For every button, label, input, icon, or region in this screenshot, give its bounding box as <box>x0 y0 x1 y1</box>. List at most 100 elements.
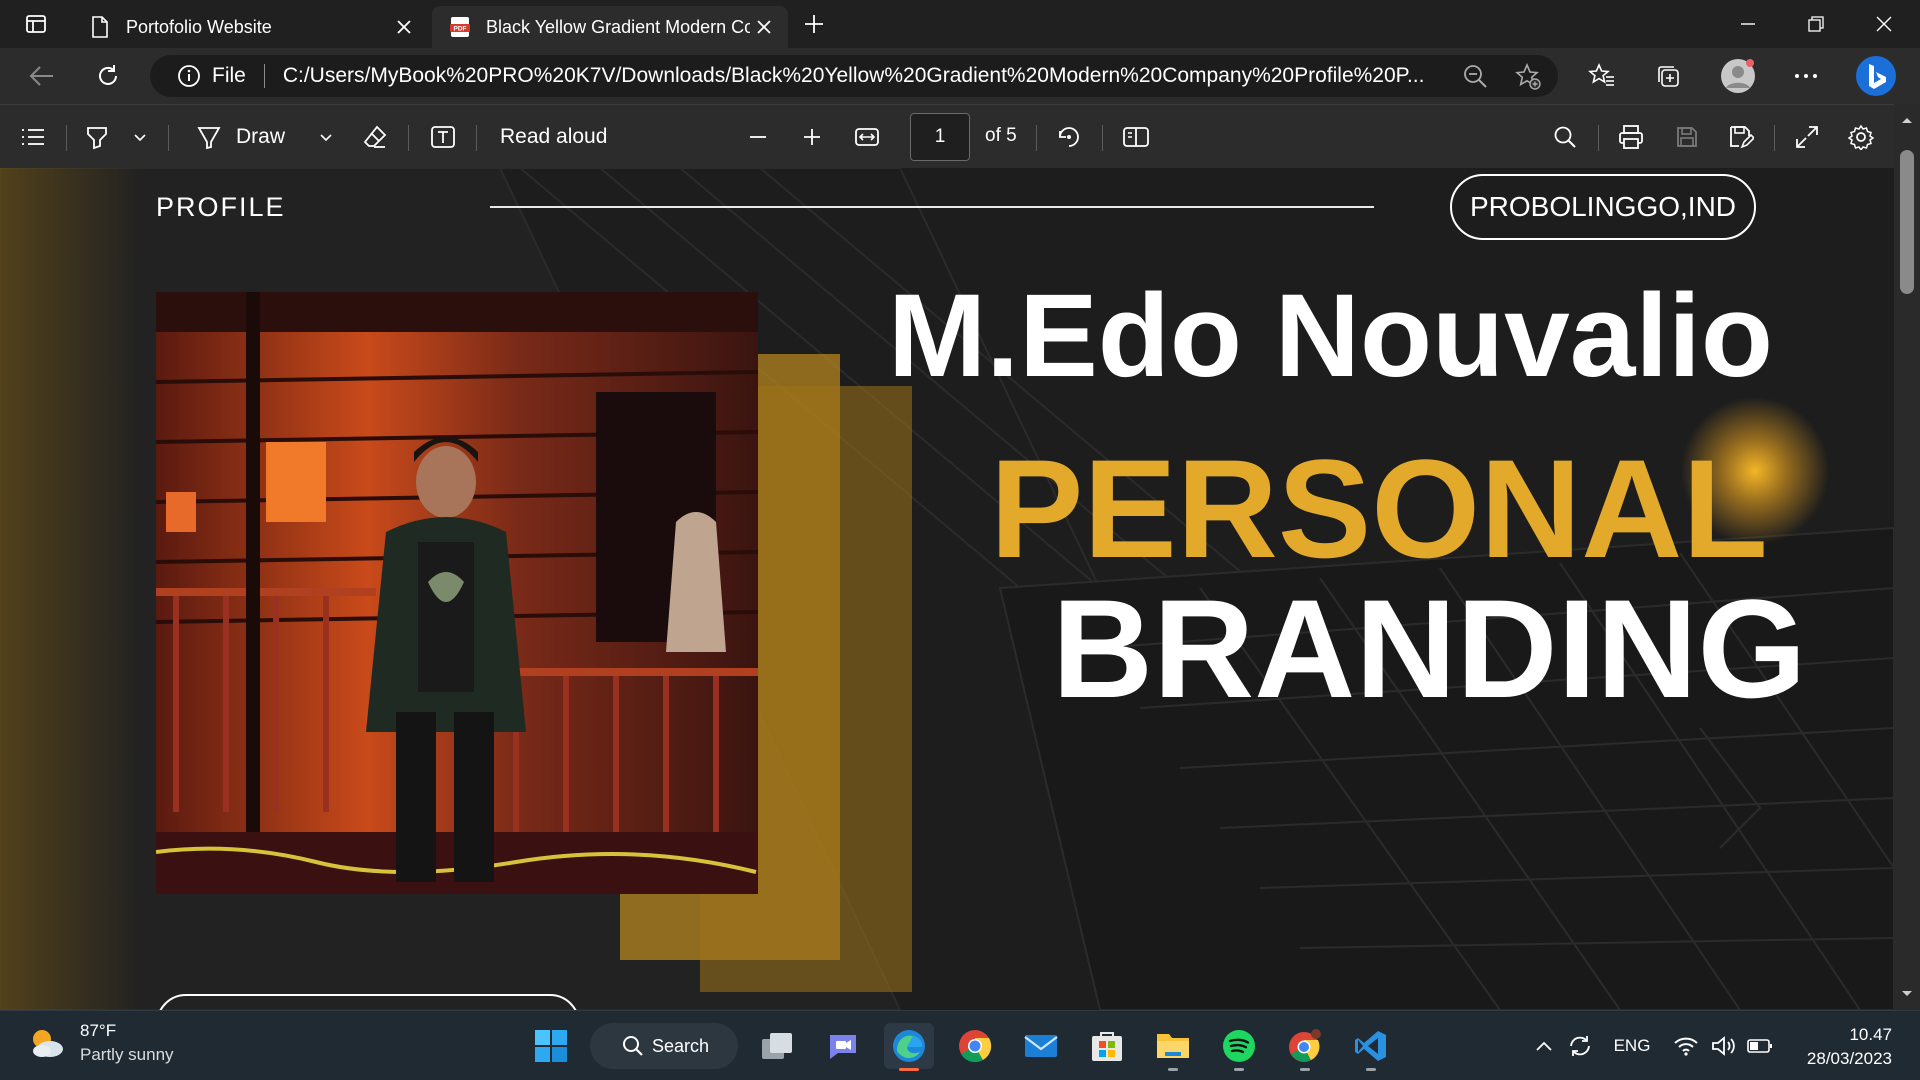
rotate-button[interactable] <box>1054 119 1084 155</box>
more-options-button[interactable] <box>1784 56 1828 96</box>
more-icon <box>1795 74 1817 78</box>
page-view-button[interactable] <box>1120 119 1152 155</box>
highlight-button[interactable] <box>82 119 112 155</box>
read-aloud-button[interactable]: Read aloud <box>500 119 610 155</box>
battery-icon <box>1747 1039 1772 1053</box>
show-hidden-icons-button[interactable] <box>1532 1031 1556 1061</box>
fit-to-width-button[interactable] <box>852 119 882 155</box>
tab-black-yellow-pdf[interactable]: PDF Black Yellow Gradient Modern Company… <box>432 6 788 48</box>
minimize-icon <box>1741 23 1755 25</box>
mail-app-button[interactable] <box>1016 1023 1066 1069</box>
header-divider-line <box>490 206 1374 208</box>
vscode-app-button[interactable] <box>1346 1023 1396 1071</box>
spotify-icon <box>1223 1030 1255 1062</box>
find-button[interactable] <box>1550 119 1580 155</box>
close-tab-icon[interactable] <box>750 13 778 41</box>
draw-dropdown[interactable] <box>316 119 336 155</box>
profile-button[interactable] <box>1716 56 1760 96</box>
pdf-settings-button[interactable] <box>1846 119 1876 155</box>
toolbar-divider <box>1036 125 1037 151</box>
chrome-icon <box>959 1030 992 1063</box>
weather-widget[interactable]: 87°F Partly sunny <box>26 1021 174 1065</box>
tab-portofolio-website[interactable]: Portofolio Website <box>72 6 428 48</box>
chevron-down-icon <box>134 134 146 142</box>
start-button[interactable] <box>526 1023 576 1069</box>
gear-icon <box>1848 124 1874 150</box>
table-of-contents-button[interactable] <box>18 119 48 155</box>
page-number-input[interactable]: 1 <box>910 113 970 161</box>
save-as-button[interactable] <box>1726 119 1756 155</box>
file-explorer-button[interactable] <box>1148 1023 1198 1071</box>
restore-button[interactable] <box>1782 0 1850 48</box>
collections-icon <box>1658 66 1679 87</box>
info-icon[interactable] <box>176 63 202 89</box>
zoom-in-button[interactable] <box>800 119 824 155</box>
language-indicator[interactable]: ENG <box>1612 1031 1652 1061</box>
chrome-profile-app-button[interactable] <box>1280 1023 1330 1071</box>
system-clock[interactable]: 10.47 28/03/2023 <box>1807 1023 1892 1071</box>
clock-time: 10.47 <box>1849 1025 1892 1044</box>
wifi-icon <box>1674 1037 1698 1056</box>
zoom-out-magnifier-icon[interactable] <box>1462 63 1488 94</box>
highlighter-icon <box>87 127 107 150</box>
bing-chat-button[interactable] <box>1854 56 1898 96</box>
favorites-button[interactable] <box>1580 56 1624 96</box>
pdf-viewer[interactable]: PROFILE PROBOLINGGO,IND M.Edo Nouvalio P… <box>0 168 1920 1010</box>
read-aloud-label: Read aloud <box>500 125 608 148</box>
rotate-icon <box>1059 127 1079 147</box>
scrollbar-thumb[interactable] <box>1900 150 1914 294</box>
new-tab-button[interactable] <box>796 8 832 40</box>
edge-app-button[interactable] <box>884 1023 934 1071</box>
close-window-button[interactable] <box>1850 0 1918 48</box>
save-button[interactable] <box>1672 119 1702 155</box>
collections-button[interactable] <box>1646 56 1690 96</box>
back-button[interactable] <box>22 58 62 94</box>
taskbar-search[interactable]: Search <box>590 1023 738 1069</box>
favorites-icon <box>1588 63 1614 86</box>
print-button[interactable] <box>1616 119 1646 155</box>
spotify-app-button[interactable] <box>1214 1023 1264 1071</box>
wifi-button[interactable] <box>1672 1031 1700 1061</box>
sync-icon <box>1570 1036 1590 1056</box>
task-view-button[interactable] <box>752 1023 802 1069</box>
close-tab-icon[interactable] <box>390 13 418 41</box>
erase-button[interactable] <box>360 119 390 155</box>
location-badge: PROBOLINGGO,IND <box>1450 174 1756 240</box>
chat-app-button[interactable] <box>818 1023 868 1069</box>
chrome-app-button[interactable] <box>950 1023 1000 1069</box>
minimize-button[interactable] <box>1714 0 1782 48</box>
chevron-up-icon <box>1536 1041 1552 1051</box>
highlight-dropdown[interactable] <box>130 119 150 155</box>
windows-taskbar: 87°F Partly sunny Search ENG 10.47 28/03… <box>0 1010 1920 1080</box>
vertical-scrollbar[interactable] <box>1894 104 1920 1010</box>
address-scheme: File <box>212 64 246 87</box>
volume-button[interactable] <box>1710 1031 1738 1061</box>
profile-photo <box>156 292 758 894</box>
weather-description: Partly sunny <box>80 1045 174 1064</box>
refresh-button[interactable] <box>88 58 128 94</box>
add-text-button[interactable] <box>428 119 458 155</box>
expand-icon <box>1796 126 1818 148</box>
scroll-up-arrow-icon[interactable] <box>1894 108 1920 132</box>
store-app-button[interactable] <box>1082 1023 1132 1069</box>
sync-status-button[interactable] <box>1566 1031 1594 1061</box>
fullscreen-button[interactable] <box>1792 119 1822 155</box>
running-app-indicator <box>1168 1068 1178 1071</box>
task-view-icon <box>762 1033 792 1059</box>
draw-button[interactable]: Draw <box>196 119 300 155</box>
battery-button[interactable] <box>1746 1031 1774 1061</box>
eraser-icon <box>363 125 387 148</box>
save-as-icon <box>1730 126 1754 149</box>
fit-width-icon <box>855 128 879 146</box>
add-favorite-icon[interactable] <box>1514 62 1542 96</box>
outlined-pill-shape <box>156 994 580 1010</box>
scroll-down-arrow-icon[interactable] <box>1894 982 1920 1006</box>
address-url[interactable]: C:/Users/MyBook%20PRO%20K7V/Downloads/Bl… <box>283 64 1443 88</box>
tab-actions-button[interactable] <box>14 8 58 40</box>
zoom-out-button[interactable] <box>746 119 770 155</box>
active-app-indicator <box>899 1068 919 1071</box>
tab-actions-icon <box>26 15 46 33</box>
tab-title: Portofolio Website <box>126 16 272 37</box>
address-bar[interactable]: File C:/Users/MyBook%20PRO%20K7V/Downloa… <box>150 55 1558 97</box>
tab-title: Black Yellow Gradient Modern Company Pro… <box>486 16 750 37</box>
